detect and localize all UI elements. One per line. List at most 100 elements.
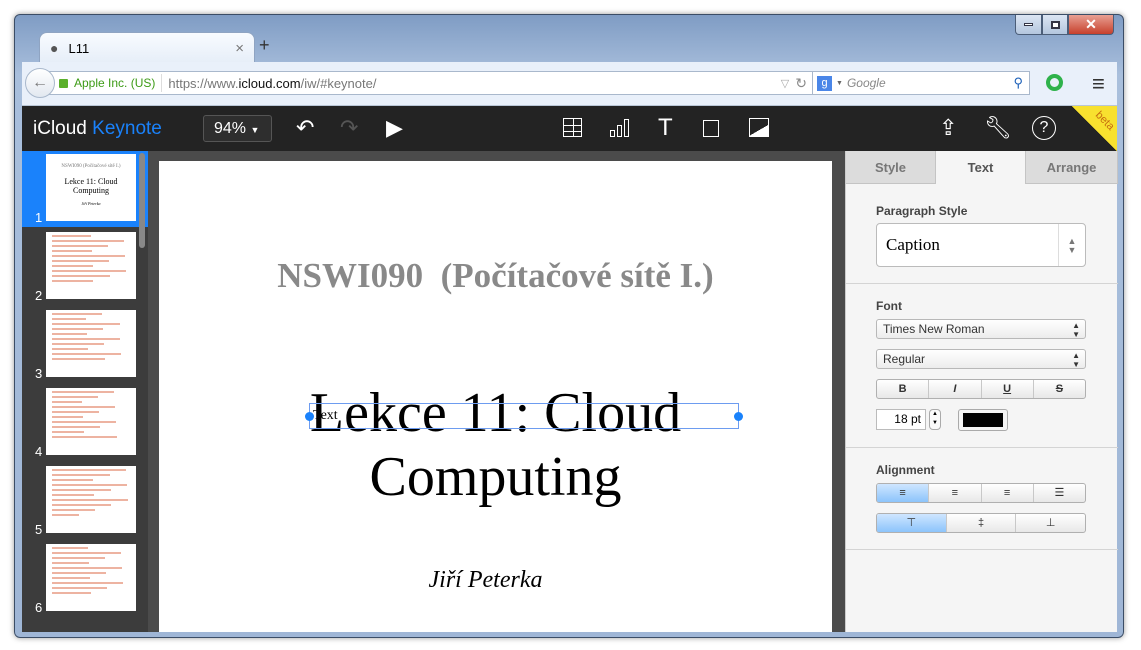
table-icon[interactable]: [563, 118, 582, 137]
menu-icon[interactable]: ≡: [1092, 71, 1105, 97]
bold-button[interactable]: B: [877, 380, 930, 398]
resize-handle-right[interactable]: [734, 412, 743, 421]
slide-subtitle[interactable]: NSWI090 (Počítačové sítě I.): [159, 256, 832, 296]
text-color-well[interactable]: [958, 409, 1008, 431]
tab-arrange[interactable]: Arrange: [1026, 151, 1118, 184]
media-icon[interactable]: [749, 118, 769, 137]
font-family-select[interactable]: Times New Roman ▲ ▼: [876, 319, 1086, 339]
slide-thumbnail[interactable]: 6: [22, 541, 148, 617]
extension-icon[interactable]: [1046, 74, 1063, 91]
align-left-button[interactable]: ≡: [877, 484, 930, 502]
paragraph-style-label: Paragraph Style: [876, 204, 968, 218]
select-arrows-icon: ▲ ▼: [1072, 351, 1080, 369]
zoom-select[interactable]: 94% ▼: [203, 115, 272, 142]
close-tab-icon[interactable]: ×: [235, 40, 244, 57]
slide-title-line2: Computing: [369, 446, 622, 508]
align-center-button[interactable]: ≡: [929, 484, 982, 502]
select-arrows-icon: ▲ ▼: [1072, 321, 1080, 339]
align-top-button[interactable]: ⊤: [877, 514, 947, 532]
thumb-heading: Lekce 11: Cloud Computing: [64, 177, 118, 195]
slide-number: 5: [35, 522, 43, 537]
text-color-swatch: [963, 413, 1003, 427]
slide-author[interactable]: Jiří Peterka: [159, 567, 832, 594]
text-box-selection[interactable]: Text: [305, 403, 743, 429]
font-style-value: Regular: [883, 352, 926, 366]
thumbnail-image: NSWI090 (Počítačové sítě I.) Lekce 11: Cl…: [46, 154, 136, 221]
font-size-input[interactable]: 18 pt: [876, 409, 926, 430]
search-input[interactable]: Google: [847, 76, 886, 90]
slide-number: 1: [35, 210, 43, 225]
wrench-icon[interactable]: 🔧︎: [984, 116, 1012, 140]
minimize-button[interactable]: [1015, 15, 1042, 35]
slide-thumbnail[interactable]: 4: [22, 385, 148, 461]
tab-text[interactable]: Text: [936, 151, 1026, 184]
navigation-bar: ← Apple Inc. (US) https://www.icloud.com…: [22, 62, 1117, 106]
beta-ribbon: beta: [1072, 106, 1117, 151]
paragraph-style-value: Caption: [886, 235, 940, 254]
brand-icloud: iCloud: [33, 118, 87, 139]
search-icon[interactable]: ⚲: [1013, 75, 1023, 91]
slide-canvas: NSWI090 (Počítačové sítě I.) Lekce 11: C…: [148, 151, 845, 632]
text-icon[interactable]: T: [658, 116, 673, 140]
italic-button[interactable]: I: [929, 380, 982, 398]
strikethrough-button[interactable]: S: [1034, 380, 1085, 398]
app-title: iCloud Keynote: [33, 118, 162, 140]
stepper-icon: ▲ ▼: [1058, 224, 1085, 266]
thumbnail-image: [46, 544, 136, 611]
url-text[interactable]: https://www.icloud.com/iw/#keynote/: [168, 76, 376, 91]
redo-icon[interactable]: ↷: [340, 116, 358, 140]
site-identity: Apple Inc. (US): [74, 76, 156, 90]
thumbnail-image: [46, 388, 136, 455]
thumbnail-image: [46, 466, 136, 533]
slide-number: 2: [35, 288, 43, 303]
align-bottom-button[interactable]: ⊥: [1016, 514, 1085, 532]
slide-title[interactable]: Lekce 11: Cloud Computing: [159, 381, 832, 509]
beta-label: beta: [1092, 109, 1117, 133]
align-right-button[interactable]: ≡: [982, 484, 1034, 502]
thumb-author: Jiří Peterka: [81, 201, 101, 206]
help-icon[interactable]: ?: [1032, 116, 1056, 140]
undo-icon[interactable]: ↶: [296, 116, 314, 140]
align-middle-button[interactable]: ‡: [947, 514, 1017, 532]
slide[interactable]: NSWI090 (Počítačové sítě I.) Lekce 11: C…: [159, 161, 832, 632]
slide-thumbnail[interactable]: 3: [22, 307, 148, 383]
search-box[interactable]: g ▼ Google ⚲: [812, 71, 1030, 95]
slide-number: 6: [35, 600, 43, 615]
slide-thumbnail[interactable]: 2: [22, 229, 148, 305]
browser-window: ✕ ● L11 × + ← Apple Inc. (US) https://ww…: [14, 14, 1124, 638]
scrollbar[interactable]: [139, 153, 145, 248]
slide-thumbnail[interactable]: NSWI090 (Počítačové sítě I.) Lekce 11: Cl…: [22, 151, 148, 227]
chevron-down-icon: ▼: [250, 125, 260, 135]
maximize-button[interactable]: [1042, 15, 1068, 35]
reload-icon[interactable]: ↻: [795, 75, 807, 92]
url-bar[interactable]: Apple Inc. (US) https://www.icloud.com/i…: [44, 71, 816, 95]
share-icon[interactable]: ⇪: [939, 116, 957, 140]
back-button[interactable]: ←: [25, 68, 55, 98]
alignment-label: Alignment: [876, 463, 935, 477]
align-justify-button[interactable]: ☰: [1034, 484, 1085, 502]
thumbnail-image: [46, 310, 136, 377]
browser-tab[interactable]: ● L11 ×: [39, 32, 255, 63]
play-icon[interactable]: ▶: [386, 116, 403, 140]
close-window-button[interactable]: ✕: [1068, 15, 1114, 35]
paragraph-style-select[interactable]: Caption ▲ ▼: [876, 223, 1086, 267]
dropdown-icon[interactable]: ▽: [781, 77, 789, 90]
engine-dropdown-icon[interactable]: ▼: [836, 80, 843, 87]
brand-keynote: Keynote: [92, 118, 162, 139]
font-size-stepper[interactable]: ▲ ▼: [929, 409, 941, 430]
resize-handle-left[interactable]: [305, 412, 314, 421]
apple-icon: ●: [50, 40, 59, 56]
new-tab-button[interactable]: +: [259, 35, 270, 56]
keynote-toolbar: iCloud Keynote 94% ▼ ↶ ↷ ▶ T ⇪ 🔧︎ ? beta: [22, 106, 1117, 151]
underline-button[interactable]: U: [982, 380, 1034, 398]
chart-icon[interactable]: [610, 119, 629, 149]
shape-icon[interactable]: [703, 120, 719, 137]
lock-icon: [59, 78, 68, 88]
font-style-select[interactable]: Regular ▲ ▼: [876, 349, 1086, 369]
tab-style[interactable]: Style: [846, 151, 936, 184]
slide-thumbnail[interactable]: 5: [22, 463, 148, 539]
slide-number: 4: [35, 444, 43, 459]
google-icon[interactable]: g: [817, 75, 832, 91]
slide-navigator: NSWI090 (Počítačové sítě I.) Lekce 11: Cl…: [22, 151, 148, 632]
vertical-alignment: ⊤ ‡ ⊥: [876, 513, 1086, 533]
